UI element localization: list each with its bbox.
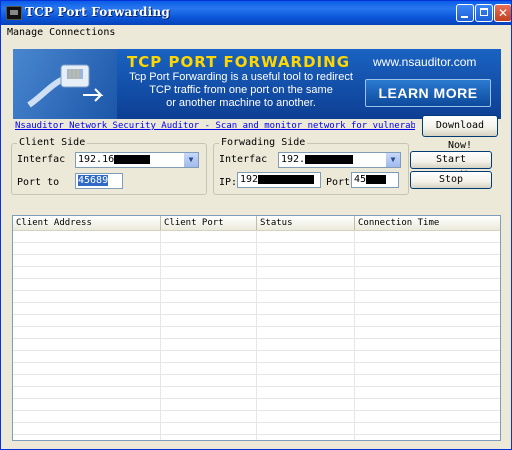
column-header-client-address[interactable]: Client Address <box>13 216 161 230</box>
table-header: Client Address Client Port Status Connec… <box>13 216 500 231</box>
client-interface-value: 192.16 <box>78 154 115 165</box>
close-button[interactable]: ✕ <box>494 4 511 22</box>
connections-table[interactable]: Client Address Client Port Status Connec… <box>12 215 501 441</box>
window-title: TCP Port Forwarding <box>25 5 170 19</box>
maximize-icon <box>480 8 488 16</box>
stop-button[interactable]: Stop <box>410 171 492 189</box>
banner-title: TCP PORT FORWARDING <box>127 53 351 71</box>
redaction-mark <box>305 154 354 164</box>
client-port-label: Port to <box>17 177 60 188</box>
ad-banner[interactable]: TCP PORT FORWARDING Tcp Port Forwarding … <box>13 49 501 119</box>
nsauditor-link[interactable]: Nsauditor Network Security Auditor - Sca… <box>15 121 415 131</box>
client-interface-select[interactable]: 192.16 ▼ <box>75 152 199 168</box>
app-window: TCP Port Forwarding ✕ Manage Connections… <box>0 0 512 450</box>
maximize-button[interactable] <box>475 4 493 22</box>
minimize-button[interactable] <box>456 4 474 22</box>
forwarding-ip-value: 192 <box>240 174 259 185</box>
forwarding-interface-select[interactable]: 192. ▼ <box>278 152 401 168</box>
menu-bar: Manage Connections <box>1 25 511 41</box>
start-forwarding-button[interactable]: Start Forwarding <box>410 151 492 181</box>
column-header-connection-time[interactable]: Connection Time <box>355 216 500 230</box>
network-cable-image <box>13 49 117 119</box>
download-now-button[interactable]: Download Now! <box>422 115 498 151</box>
app-icon <box>6 6 22 20</box>
forwarding-port-input[interactable]: 45 <box>351 172 399 188</box>
banner-description-line: or another machine to another. <box>166 97 316 109</box>
banner-description: Tcp Port Forwarding is a useful tool to … <box>127 71 355 110</box>
client-side-title: Client Side <box>17 137 88 148</box>
learn-more-button[interactable]: LEARN MORE <box>365 79 491 107</box>
minimize-icon <box>461 16 468 18</box>
redaction-mark <box>366 174 387 184</box>
forwarding-ip-label: IP: <box>219 177 238 188</box>
column-header-status[interactable]: Status <box>257 216 355 230</box>
client-interface-label: Interfac <box>17 154 66 165</box>
forwarding-interface-value: 192. <box>281 154 306 165</box>
forwarding-ip-input[interactable]: 192 <box>237 172 321 188</box>
dropdown-arrow-icon[interactable]: ▼ <box>183 153 198 167</box>
banner-description-line: Tcp Port Forwarding is a useful tool to … <box>129 71 353 83</box>
forwarding-port-label: Port <box>326 177 351 188</box>
network-plug-icon <box>27 64 104 108</box>
dropdown-arrow-icon[interactable]: ▼ <box>385 153 400 167</box>
table-body[interactable] <box>13 231 500 440</box>
forwarding-interface-label: Interfac <box>219 154 268 165</box>
menu-manage-connections[interactable]: Manage Connections <box>7 27 115 38</box>
close-icon: ✕ <box>497 6 509 20</box>
column-header-client-port[interactable]: Client Port <box>161 216 257 230</box>
title-bar[interactable]: TCP Port Forwarding ✕ <box>1 1 511 25</box>
banner-description-line: TCP traffic from one port on the same <box>149 84 333 96</box>
redaction-mark <box>114 154 151 164</box>
client-port-input[interactable]: 45689 <box>75 173 123 189</box>
forwarding-port-value: 45 <box>354 174 367 185</box>
forwarding-side-title: Forwading Side <box>219 137 308 148</box>
redaction-mark <box>258 174 315 184</box>
client-port-value: 45689 <box>78 175 109 186</box>
banner-url[interactable]: www.nsauditor.com <box>373 55 476 69</box>
